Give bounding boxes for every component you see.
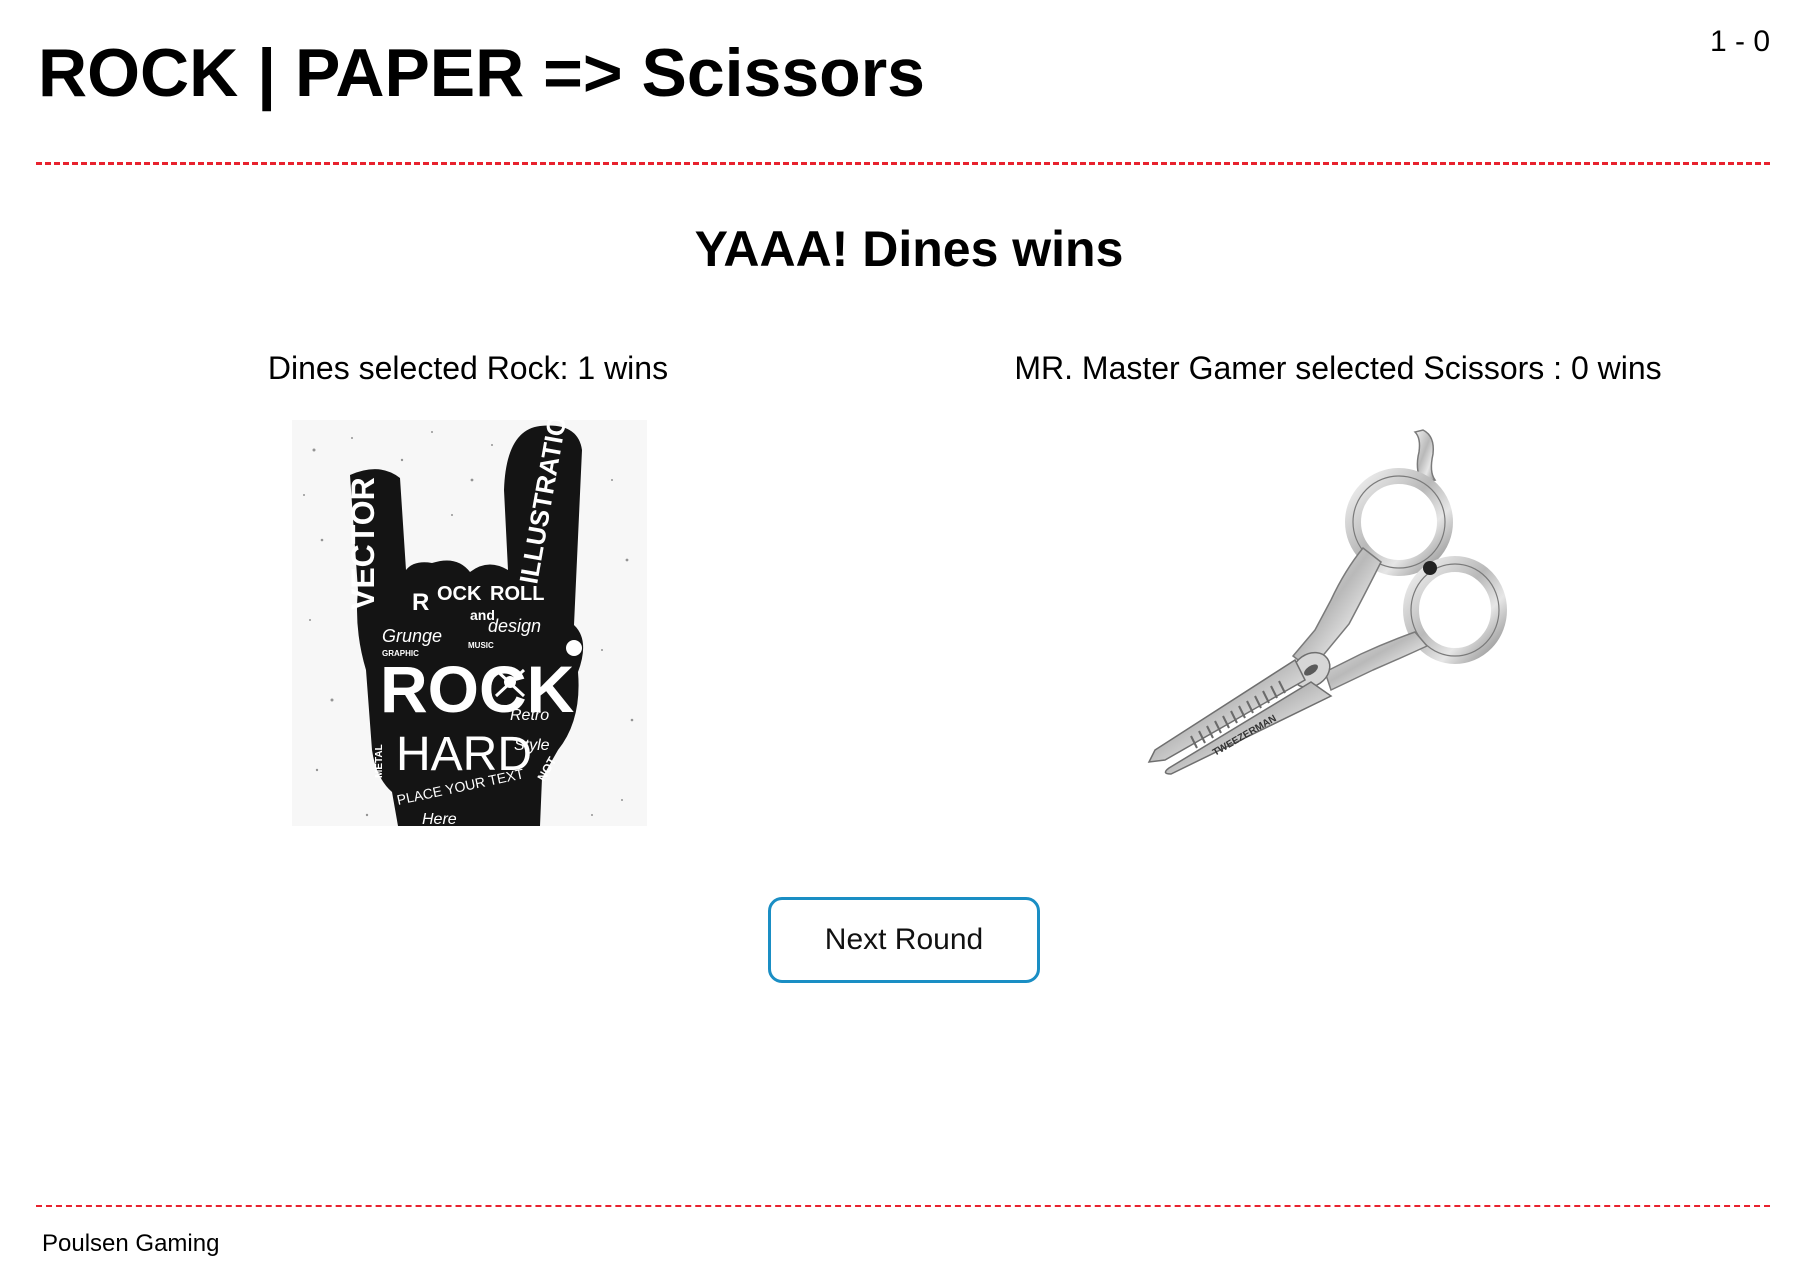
svg-text:GRAPHIC: GRAPHIC	[382, 649, 419, 658]
score-counter: 1 - 0	[1709, 25, 1770, 58]
svg-text:Here: Here	[422, 811, 457, 826]
footer-divider	[36, 1205, 1770, 1207]
svg-text:Grunge: Grunge	[382, 626, 442, 646]
svg-text:VECTOR: VECTOR	[345, 477, 381, 610]
page-title: ROCK | PAPER => Scissors	[38, 35, 925, 111]
svg-text:OCK: OCK	[437, 583, 482, 605]
svg-text:METAL: METAL	[374, 744, 385, 778]
thinning-scissors-icon: TWEEZERMAN	[1135, 420, 1545, 826]
svg-text:design: design	[488, 616, 541, 636]
svg-text:Retro: Retro	[510, 707, 549, 724]
player-two-selection-label: MR. Master Gamer selected Scissors : 0 w…	[1014, 350, 1662, 386]
svg-text:ROLL: ROLL	[490, 583, 544, 605]
svg-text:Style: Style	[514, 737, 550, 754]
svg-text:MUSIC: MUSIC	[468, 641, 494, 650]
svg-text:R: R	[412, 589, 429, 616]
rock-hand-icon: VECTOR ILLUSTRATION R OCK and ROLL Grung…	[292, 420, 647, 826]
footer-brand: Poulsen Gaming	[42, 1230, 220, 1257]
round-result-message: YAAA! Dines wins	[694, 221, 1124, 277]
header-divider	[36, 162, 1770, 165]
player-one-selection-label: Dines selected Rock: 1 wins	[267, 350, 669, 386]
next-round-button[interactable]: Next Round	[768, 897, 1040, 983]
game-page: ROCK | PAPER => Scissors 1 - 0 YAAA! Din…	[0, 0, 1818, 1282]
